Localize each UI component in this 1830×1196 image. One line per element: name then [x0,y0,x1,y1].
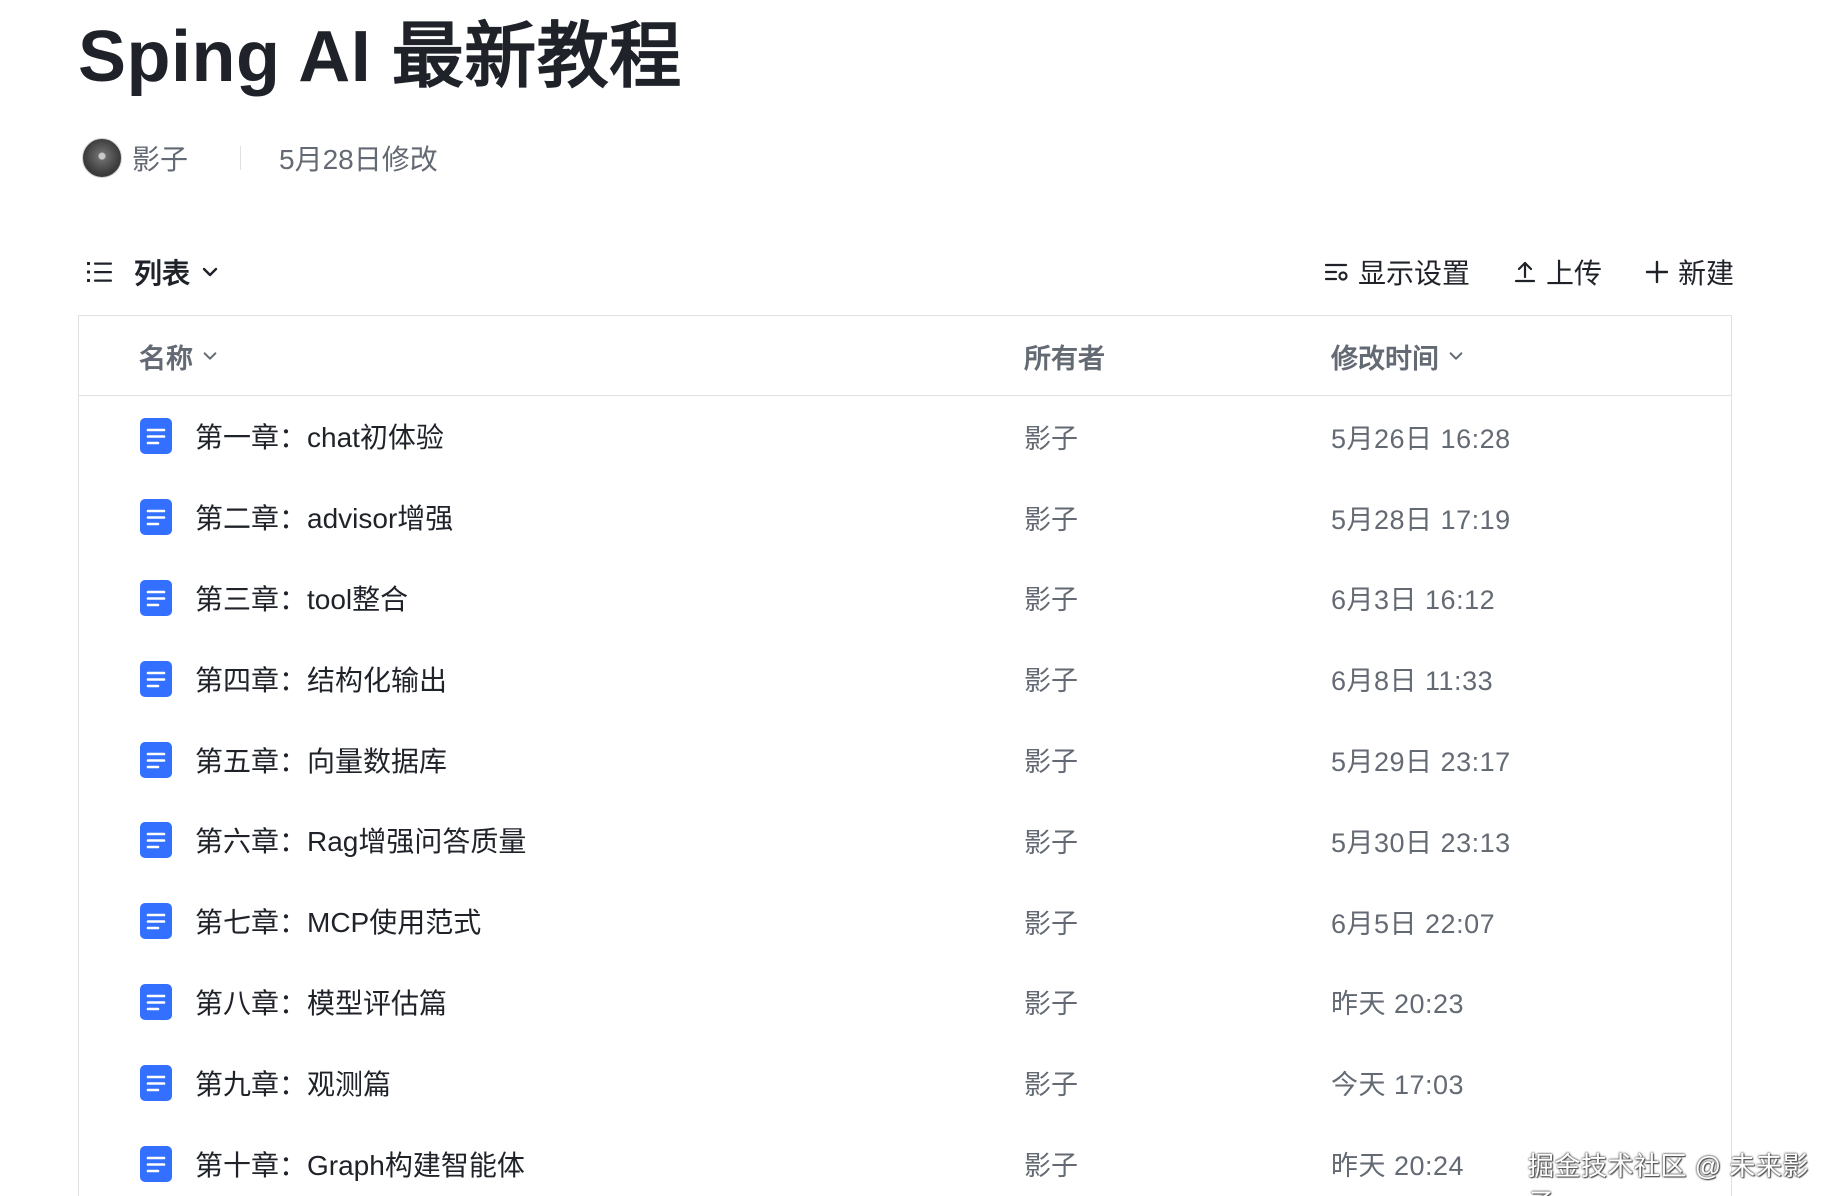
file-name: 第六章：Rag增强问答质量 [195,826,527,858]
column-header-name[interactable]: 名称 [139,316,219,396]
plus-icon [1645,260,1669,284]
watermark: 掘金技术社区 @ 未来影子 [1528,1151,1809,1196]
file-owner: 影子 [1024,423,1078,454]
file-name-cell[interactable]: 第九章：观测篇 [139,1042,391,1123]
file-table: 名称 所有者 修改时间 第一章：chat初体验 影子 5月26日 16:28 第… [78,315,1732,1196]
page: Sping AI 最新教程 影子 5月28日修改 列表 显示设置 上传 新建 名… [0,0,1830,1196]
document-icon [140,1145,172,1182]
file-name: 第一章：chat初体验 [195,422,444,454]
file-name-cell[interactable]: 第二章：advisor增强 [139,477,453,558]
column-header-modified-time[interactable]: 修改时间 [1331,316,1465,396]
table-row[interactable]: 第三章：tool整合 影子 6月3日 16:12 [79,558,1731,639]
file-modified-time: 5月30日 23:13 [1331,827,1511,858]
file-owner: 影子 [1024,666,1078,697]
display-settings-icon [1324,263,1348,281]
file-name: 第七章：MCP使用范式 [195,907,482,939]
column-header-name-label: 名称 [139,343,193,374]
file-modified-time: 5月28日 17:19 [1331,504,1511,535]
file-owner: 影子 [1024,1151,1078,1182]
file-modified-time: 昨天 20:24 [1331,1151,1465,1182]
column-header-modified-time-label: 修改时间 [1331,343,1439,374]
table-header: 名称 所有者 修改时间 [79,316,1731,396]
table-row[interactable]: 第四章：结构化输出 影子 6月8日 11:33 [79,638,1731,719]
document-meta: 影子 5月28日修改 [82,136,438,180]
avatar[interactable] [82,138,122,178]
table-row[interactable]: 第八章：模型评估篇 影子 昨天 20:23 [79,962,1731,1043]
file-modified-time: 今天 17:03 [1331,1070,1465,1101]
table-row[interactable]: 第七章：MCP使用范式 影子 6月5日 22:07 [79,881,1731,962]
document-icon [140,579,172,616]
table-body: 第一章：chat初体验 影子 5月26日 16:28 第二章：advisor增强… [79,396,1731,1196]
author-name[interactable]: 影子 [132,138,188,178]
display-settings-label: 显示设置 [1357,258,1470,289]
file-name-cell[interactable]: 第三章：tool整合 [139,558,408,639]
list-icon [87,262,112,282]
file-modified-time: 6月8日 11:33 [1331,666,1494,697]
display-settings-button[interactable]: 显示设置 [1324,252,1470,292]
new-button[interactable]: 新建 [1644,252,1734,292]
document-icon [140,418,172,455]
toolbar: 列表 显示设置 上传 新建 [86,250,1734,294]
chevron-down-icon [203,352,217,360]
file-name-cell[interactable]: 第十章：Graph构建智能体 [139,1123,525,1196]
chevron-down-icon [202,267,218,277]
chevron-down-icon [1449,352,1463,360]
view-mode-label: 列表 [134,258,191,289]
file-name-cell[interactable]: 第四章：结构化输出 [139,638,447,719]
table-row[interactable]: 第十章：Graph构建智能体 影子 昨天 20:24 [79,1123,1731,1196]
document-icon [140,903,172,940]
column-header-owner-label: 所有者 [1024,343,1105,374]
file-owner: 影子 [1024,747,1078,778]
file-modified-time: 5月29日 23:17 [1331,747,1511,778]
file-name-cell[interactable]: 第一章：chat初体验 [139,396,444,477]
table-row[interactable]: 第二章：advisor增强 影子 5月28日 17:19 [79,477,1731,558]
file-modified-time: 6月3日 16:12 [1331,585,1496,616]
modified-date: 5月28日修改 [279,144,438,175]
file-owner: 影子 [1024,585,1078,616]
file-name-cell[interactable]: 第六章：Rag增强问答质量 [139,800,526,881]
file-name: 第五章：向量数据库 [195,745,448,777]
file-name: 第九章：观测篇 [195,1068,392,1100]
view-mode-dropdown[interactable]: 列表 [86,252,220,292]
new-label: 新建 [1677,258,1734,289]
file-owner: 影子 [1024,827,1078,858]
table-row[interactable]: 第一章：chat初体验 影子 5月26日 16:28 [79,396,1731,477]
file-name-cell[interactable]: 第八章：模型评估篇 [139,962,447,1043]
document-icon [140,983,172,1020]
document-icon [140,499,172,536]
file-owner: 影子 [1024,908,1078,939]
column-header-owner: 所有者 [1024,316,1105,396]
page-title: Sping AI 最新教程 [78,17,682,97]
document-icon [140,660,172,697]
file-name: 第四章：结构化输出 [195,664,448,696]
upload-button[interactable]: 上传 [1512,252,1602,292]
meta-divider [240,146,242,170]
document-icon [140,741,172,778]
file-modified-time: 6月5日 22:07 [1331,908,1496,939]
file-name-cell[interactable]: 第五章：向量数据库 [139,719,447,800]
file-owner: 影子 [1024,989,1078,1020]
file-name: 第八章：模型评估篇 [195,987,448,1019]
file-owner: 影子 [1024,504,1078,535]
file-modified-time: 昨天 20:23 [1331,989,1465,1020]
file-name: 第二章：advisor增强 [195,503,454,535]
toolbar-actions: 显示设置 上传 新建 [1282,252,1734,292]
upload-label: 上传 [1545,258,1602,289]
file-name-cell[interactable]: 第七章：MCP使用范式 [139,881,481,962]
table-row[interactable]: 第六章：Rag增强问答质量 影子 5月30日 23:13 [79,800,1731,881]
file-modified-time: 5月26日 16:28 [1331,423,1511,454]
table-row[interactable]: 第九章：观测篇 影子 今天 17:03 [79,1042,1731,1123]
file-owner: 影子 [1024,1070,1078,1101]
upload-icon [1514,261,1536,283]
document-icon [140,1064,172,1101]
file-name: 第三章：tool整合 [195,583,409,615]
file-name: 第十章：Graph构建智能体 [195,1149,525,1181]
table-row[interactable]: 第五章：向量数据库 影子 5月29日 23:17 [79,719,1731,800]
document-icon [140,822,172,859]
